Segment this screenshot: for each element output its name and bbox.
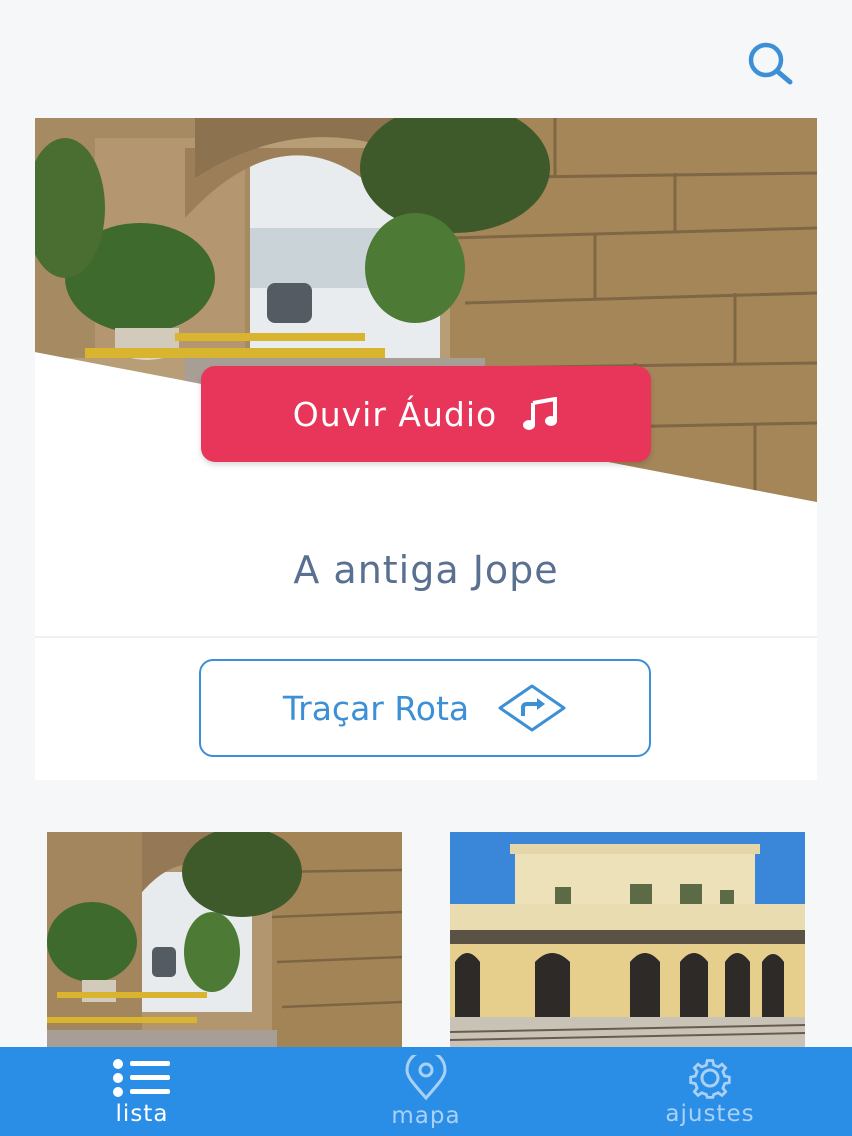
nav-item-lista[interactable]: lista [0, 1047, 284, 1136]
route-button-label: Traçar Rota [282, 688, 470, 728]
audio-button-label: Ouvir Áudio [292, 394, 498, 434]
nav-label-lista: lista [115, 1100, 169, 1127]
featured-card[interactable]: Ouvir Áudio A antiga Jope Traçar Rota [35, 118, 817, 780]
map-pin-icon [405, 1054, 447, 1100]
gear-icon [689, 1058, 731, 1099]
train-station-image [450, 832, 805, 1047]
nav-label-mapa: mapa [391, 1102, 461, 1129]
listen-audio-button[interactable]: Ouvir Áudio [201, 366, 651, 462]
directions-sign-icon [498, 684, 566, 732]
nav-item-ajustes[interactable]: ajustes [568, 1047, 852, 1136]
nav-item-mapa[interactable]: mapa [284, 1047, 568, 1136]
list-icon [113, 1058, 170, 1097]
music-note-icon [523, 397, 558, 430]
card-title: A antiga Jope [293, 548, 559, 592]
search-icon [748, 42, 793, 85]
top-bar [0, 0, 852, 110]
alley-image [47, 832, 402, 1047]
list-item-thumbnail[interactable] [450, 832, 805, 1047]
divider [35, 636, 817, 638]
nav-label-ajustes: ajustes [665, 1100, 755, 1127]
bottom-navigation: lista mapa ajustes [0, 1047, 852, 1136]
trace-route-button[interactable]: Traçar Rota [199, 659, 651, 757]
list-item-thumbnail[interactable] [47, 832, 402, 1047]
featured-image: Ouvir Áudio [35, 118, 817, 502]
search-button[interactable] [740, 38, 800, 88]
